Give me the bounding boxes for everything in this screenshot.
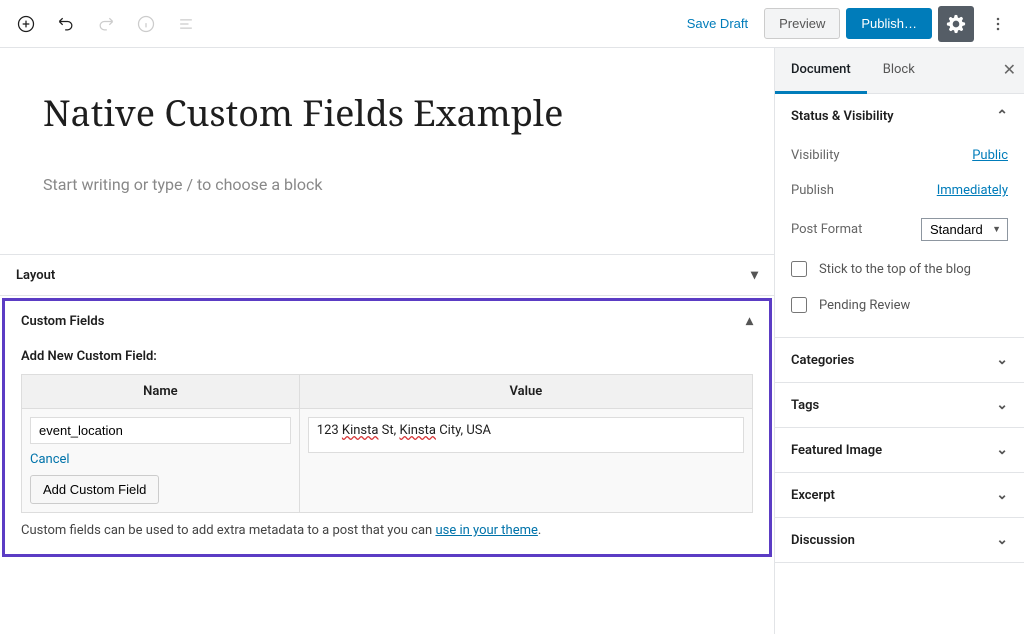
chevron-up-icon: ▴	[746, 313, 753, 329]
featured-image-panel-header[interactable]: Featured Image ⌄	[775, 428, 1024, 472]
chevron-up-icon: ⌃	[996, 108, 1008, 124]
tags-panel-header[interactable]: Tags ⌄	[775, 383, 1024, 427]
cf-value-textarea[interactable]: 123 Kinsta St, Kinsta City, USA	[308, 417, 744, 453]
add-new-cf-heading: Add New Custom Field:	[21, 349, 753, 364]
pending-checkbox[interactable]	[791, 297, 807, 313]
publish-value[interactable]: Immediately	[937, 183, 1008, 198]
info-button[interactable]	[128, 6, 164, 42]
cf-value-header: Value	[299, 375, 752, 409]
close-sidebar-button[interactable]: ✕	[1003, 60, 1016, 79]
chevron-down-icon: ⌄	[996, 352, 1008, 368]
more-menu-button[interactable]	[980, 6, 1016, 42]
chevron-down-icon: ⌄	[996, 397, 1008, 413]
pending-checkbox-row[interactable]: Pending Review	[791, 287, 1008, 323]
cf-name-header: Name	[22, 375, 300, 409]
block-placeholder[interactable]: Start writing or type / to choose a bloc…	[43, 175, 731, 194]
info-icon	[136, 14, 156, 34]
stick-checkbox-row[interactable]: Stick to the top of the blog	[791, 251, 1008, 287]
settings-button[interactable]	[938, 6, 974, 42]
cf-hint-text: Custom fields can be used to add extra m…	[21, 523, 753, 538]
visibility-label: Visibility	[791, 148, 840, 163]
layout-title: Layout	[16, 268, 55, 283]
save-draft-button[interactable]: Save Draft	[677, 10, 758, 37]
undo-icon	[56, 14, 76, 34]
visibility-value[interactable]: Public	[972, 148, 1008, 163]
add-block-button[interactable]	[8, 6, 44, 42]
redo-icon	[96, 14, 116, 34]
custom-fields-title: Custom Fields	[21, 314, 104, 329]
tab-block[interactable]: Block	[867, 48, 931, 93]
custom-field-row: Cancel Add Custom Field 123 Kinsta St, K…	[22, 409, 753, 513]
publish-button[interactable]: Publish…	[846, 8, 932, 39]
post-title[interactable]: Native Custom Fields Example	[43, 88, 731, 137]
outline-icon	[176, 14, 196, 34]
gear-icon	[946, 14, 966, 34]
custom-fields-metabox: Custom Fields ▴ Add New Custom Field: Na…	[2, 298, 772, 557]
post-format-select[interactable]: Standard	[921, 218, 1008, 241]
cf-name-input[interactable]	[30, 417, 291, 444]
vertical-dots-icon	[988, 14, 1008, 34]
custom-fields-table: Name Value Cancel Add Custom Field	[21, 374, 753, 513]
chevron-down-icon: ⌄	[996, 442, 1008, 458]
post-format-label: Post Format	[791, 222, 862, 237]
publish-label: Publish	[791, 183, 834, 198]
chevron-down-icon: ⌄	[996, 487, 1008, 503]
excerpt-panel-header[interactable]: Excerpt ⌄	[775, 473, 1024, 517]
chevron-down-icon: ▾	[751, 267, 758, 283]
add-custom-field-button[interactable]: Add Custom Field	[30, 475, 159, 504]
discussion-panel-header[interactable]: Discussion ⌄	[775, 518, 1024, 562]
chevron-down-icon: ⌄	[996, 532, 1008, 548]
layout-metabox-header[interactable]: Layout ▾	[0, 255, 774, 295]
plus-circle-icon	[16, 14, 36, 34]
categories-panel-header[interactable]: Categories ⌄	[775, 338, 1024, 382]
stick-checkbox[interactable]	[791, 261, 807, 277]
redo-button[interactable]	[88, 6, 124, 42]
preview-button[interactable]: Preview	[764, 8, 840, 39]
undo-button[interactable]	[48, 6, 84, 42]
use-in-theme-link[interactable]: use in your theme	[435, 523, 537, 538]
status-visibility-header[interactable]: Status & Visibility ⌃	[775, 94, 1024, 138]
cf-cancel-link[interactable]: Cancel	[30, 452, 70, 467]
outline-button[interactable]	[168, 6, 204, 42]
custom-fields-header[interactable]: Custom Fields ▴	[5, 301, 769, 341]
tab-document[interactable]: Document	[775, 48, 867, 94]
